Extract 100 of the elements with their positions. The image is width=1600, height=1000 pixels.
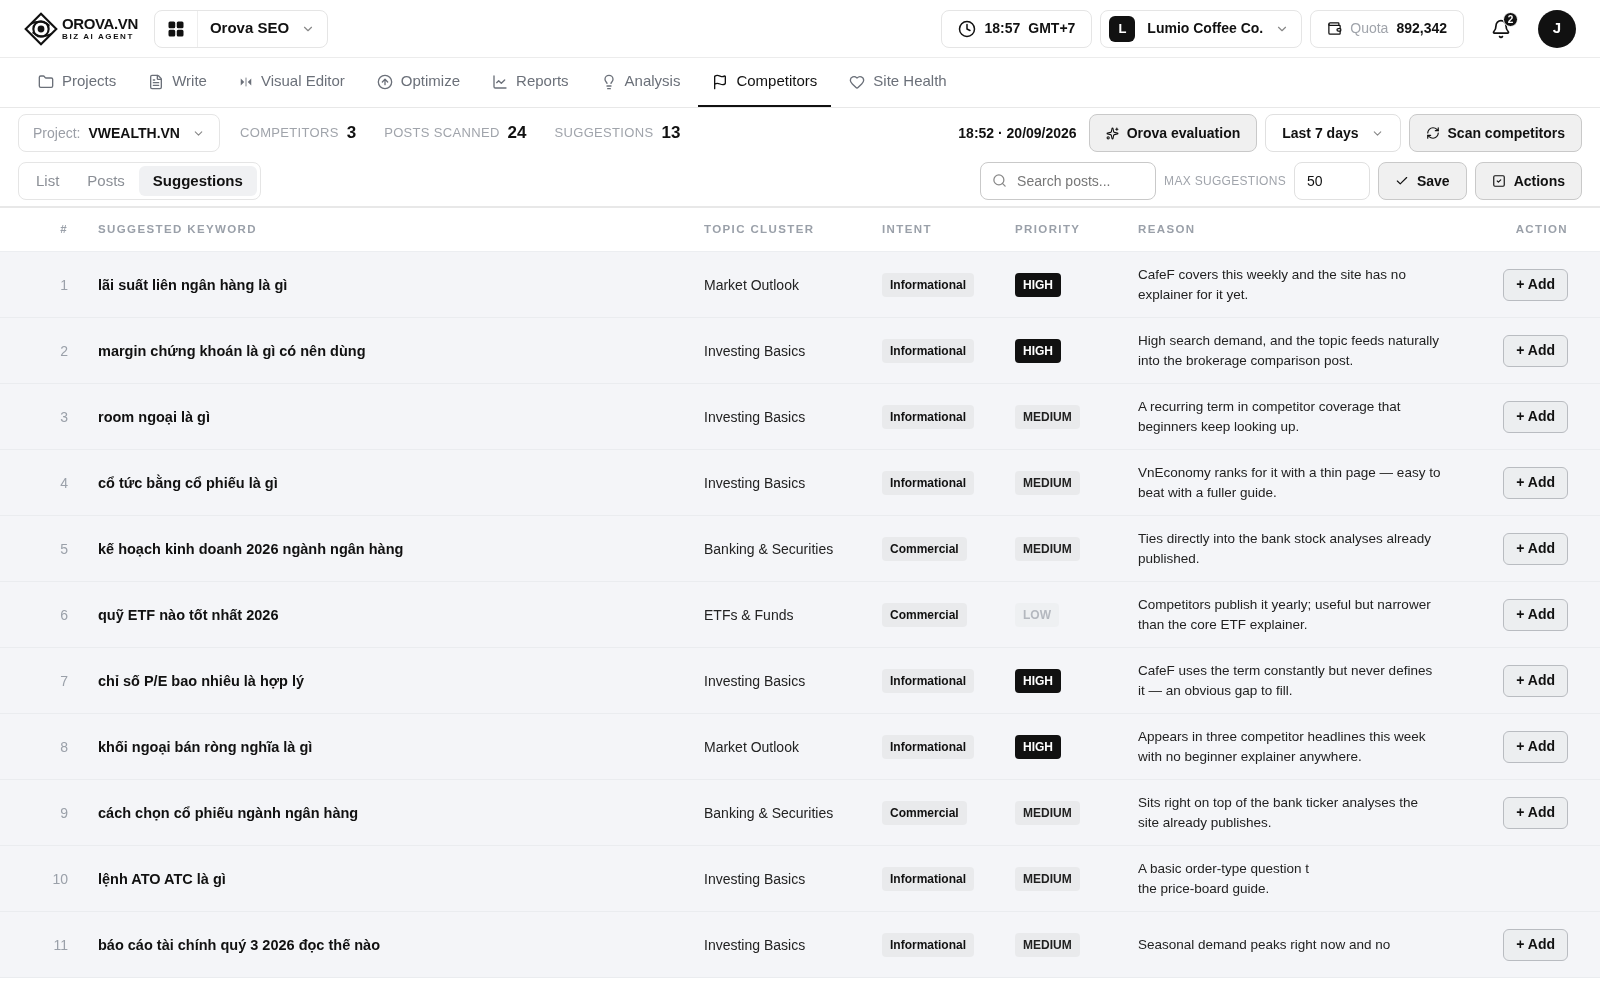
reason-text: Appears in three competitor headlines this week with no beginner explainer anywhere. (1138, 727, 1426, 766)
brand-logo-icon (24, 11, 58, 46)
scan-button[interactable]: Scan competitors (1408, 114, 1582, 152)
line-chart-icon (492, 73, 509, 90)
nav-tab[interactable]: Reports (478, 58, 583, 107)
intent-tag: Commercial (882, 603, 967, 627)
project-select[interactable]: Project: VWEALTH.VN (18, 114, 220, 152)
stat-value: 13 (661, 122, 681, 145)
row-number: 9 (60, 804, 68, 821)
add-button[interactable]: + Add (1503, 664, 1568, 697)
column-header: INTENT (882, 222, 932, 235)
column-header: ACTION (1515, 222, 1568, 235)
app-switcher[interactable]: Orova SEO (153, 9, 329, 48)
quota-label: Quota (1350, 19, 1389, 38)
document-icon (148, 73, 165, 90)
view-tab[interactable]: Suggestions (138, 166, 257, 196)
reason-text: CafeF covers this weekly and the site has no explainer for it yet. (1138, 265, 1406, 304)
evaluation-button[interactable]: Orova evaluation (1088, 114, 1258, 152)
max-suggestions-label: MAX SUGGESTIONS (1164, 173, 1286, 190)
topic-cluster-cell: Market Outlook (704, 738, 799, 755)
topic-cluster-cell: Banking & Securities (704, 804, 834, 821)
keyword-cell: khối ngoại bán ròng nghĩa là gì (98, 738, 313, 755)
wallet-icon (1327, 21, 1343, 36)
keyword-cell: kế hoạch kinh doanh 2026 ngành ngân hàng (98, 540, 404, 557)
stat-value: 3 (346, 122, 357, 145)
stat-value: 24 (507, 122, 527, 145)
keyword-cell: lệnh ATO ATC là gì (98, 870, 226, 887)
topic-cluster-cell: Investing Basics (704, 672, 806, 689)
nav-tab[interactable]: Projects (24, 58, 131, 107)
nav-tab[interactable]: Analysis (586, 58, 695, 107)
add-button[interactable]: + Add (1503, 466, 1568, 499)
search-field[interactable]: Search posts... (980, 162, 1157, 200)
reason-text: VnEconomy ranks for it with a thin page — easy to beat with a fuller guide. (1138, 463, 1441, 502)
reason-text: CafeF uses the term constantly but never defines it — an obvious gap to fill. (1138, 661, 1433, 700)
refresh-icon (1425, 126, 1440, 140)
keyword-cell: quỹ ETF nào tốt nhất 2026 (98, 606, 279, 623)
search-icon (992, 173, 1008, 188)
account-initial: L (1109, 15, 1136, 42)
grid-icon (166, 19, 185, 38)
account-switcher[interactable]: L Lumio Coffee Co. (1100, 9, 1303, 48)
column-header: REASON (1138, 222, 1196, 235)
priority-tag: MEDIUM (1015, 867, 1080, 891)
reason-text: Sits right on top of the bank ticker analyses the site already publishes. (1138, 793, 1418, 832)
date-range-select[interactable]: Last 7 days (1265, 114, 1401, 152)
notification-button[interactable]: 2 (1484, 11, 1518, 46)
priority-tag: MEDIUM (1015, 933, 1080, 957)
keyword-cell: room ngoại là gì (98, 408, 210, 425)
row-number: 6 (60, 606, 68, 623)
account-name: Lumio Coffee Co. (1146, 19, 1265, 38)
actions-button[interactable]: Actions (1474, 162, 1582, 200)
row-number: 5 (60, 540, 68, 557)
row-number: 1 (60, 276, 68, 293)
topic-cluster-cell: Investing Basics (704, 936, 806, 953)
nav-tab[interactable]: Visual Editor (224, 58, 359, 107)
reason-text: Seasonal demand peaks right now and no (1138, 935, 1391, 954)
priority-tag: HIGH (1015, 273, 1061, 297)
nav-tab[interactable]: Write (134, 58, 221, 107)
keyword-cell: cách chọn cổ phiếu ngành ngân hàng (98, 804, 359, 821)
add-button[interactable]: + Add (1503, 928, 1568, 961)
priority-tag: HIGH (1015, 735, 1061, 759)
intent-tag: Commercial (882, 537, 967, 561)
priority-tag: HIGH (1015, 669, 1061, 693)
row-number: 10 (52, 870, 68, 887)
flag-icon (712, 73, 729, 90)
nav-tab[interactable]: Optimize (362, 58, 475, 107)
priority-tag: MEDIUM (1015, 405, 1080, 429)
clock-zone: GMT+7 (1028, 19, 1076, 38)
priority-tag: MEDIUM (1015, 801, 1080, 825)
priority-tag: MEDIUM (1015, 471, 1080, 495)
row-number: 7 (60, 672, 68, 689)
add-button[interactable]: + Add (1503, 268, 1568, 301)
stat-label: SUGGESTIONS (554, 124, 654, 143)
column-header: PRIORITY (1015, 222, 1081, 235)
save-button[interactable]: Save (1377, 162, 1467, 200)
add-button[interactable]: + Add (1503, 400, 1568, 433)
priority-tag: HIGH (1015, 339, 1061, 363)
topic-cluster-cell: Market Outlook (704, 276, 799, 293)
topic-cluster-cell: ETFs & Funds (704, 606, 794, 623)
add-button[interactable]: + Add (1503, 334, 1568, 367)
add-button[interactable]: + Add (1503, 796, 1568, 829)
intent-tag: Informational (882, 735, 974, 759)
add-button[interactable]: + Add (1503, 730, 1568, 763)
column-header: TOPIC CLUSTER (704, 222, 815, 235)
reason-text: A recurring term in competitor coverage that beginners keep looking up. (1138, 397, 1401, 436)
row-number: 4 (60, 474, 68, 491)
keyword-cell: báo cáo tài chính quý 3 2026 đọc thế nào (98, 936, 380, 953)
arrow-up-circle-icon (376, 73, 393, 90)
nav-tab[interactable]: Competitors (698, 58, 832, 107)
intent-tag: Informational (882, 339, 974, 363)
keyword-cell: margin chứng khoán là gì có nên dùng (98, 342, 366, 359)
brand-name: OROVA.VN (62, 16, 138, 31)
max-suggestions-field[interactable]: 50 (1293, 162, 1370, 200)
intent-tag: Informational (882, 273, 974, 297)
intent-tag: Informational (882, 669, 974, 693)
reason-text: Competitors publish it yearly; useful but narrower than the core ETF explainer. (1138, 595, 1431, 634)
reason-text: High search demand, and the topic feeds naturally into the brokerage comparison post. (1138, 331, 1439, 370)
add-button[interactable]: + Add (1503, 598, 1568, 631)
add-button[interactable]: + Add (1503, 532, 1568, 565)
user-avatar[interactable]: J (1538, 9, 1576, 48)
nav-tab[interactable]: Site Health (835, 58, 961, 107)
